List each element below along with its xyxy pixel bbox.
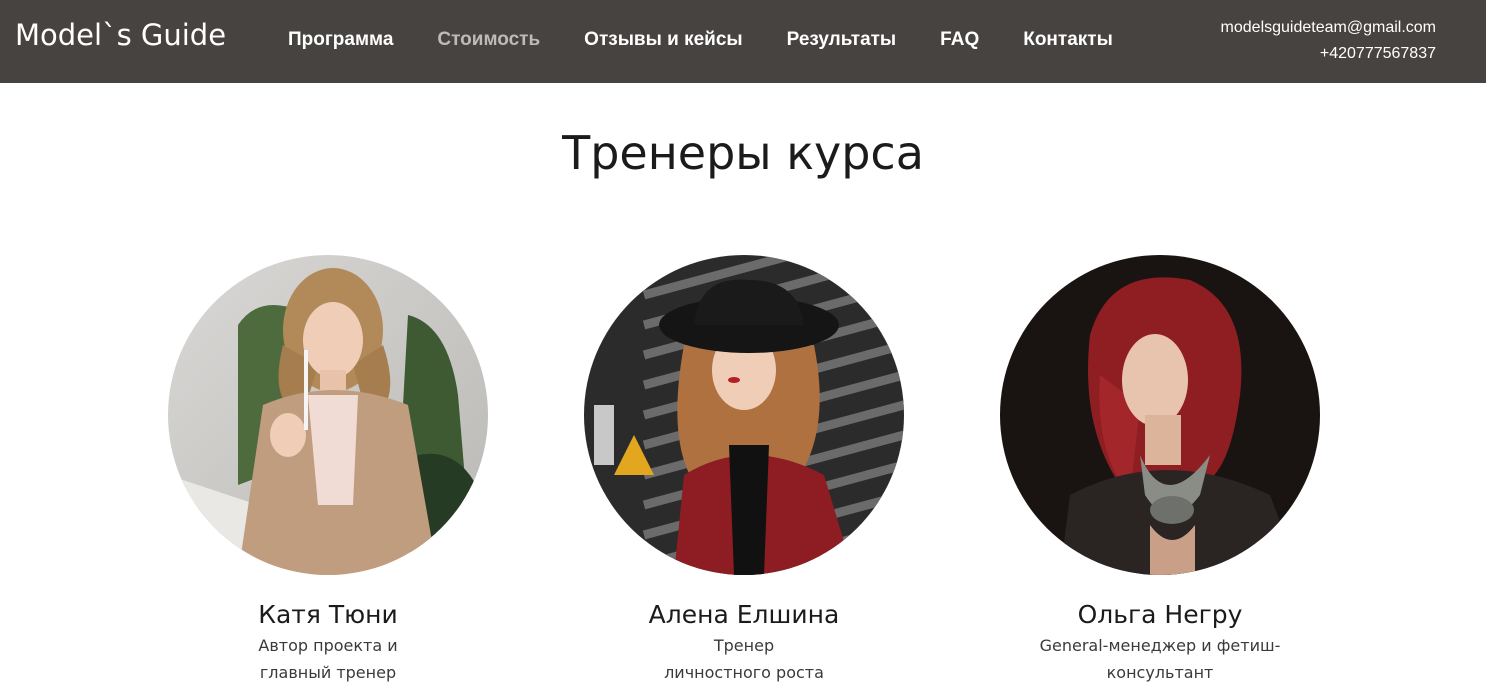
trainer-role: Автор проекта и главный тренер: [258, 636, 398, 682]
contact-email[interactable]: modelsguideteam@gmail.com: [1221, 15, 1436, 41]
section-title: Тренеры курса: [562, 126, 924, 180]
trainer-photo-katya: [168, 255, 488, 575]
nav-item-results[interactable]: Результаты: [787, 29, 897, 51]
trainer-name: Ольга Негру: [1077, 600, 1243, 629]
main-nav: Программа Стоимость Отзывы и кейсы Резул…: [288, 29, 1113, 51]
trainer-card: Ольга Негру General-менеджер и фетиш- ко…: [980, 255, 1340, 686]
trainer-card: Катя Тюни Автор проекта и главный тренер: [148, 255, 508, 686]
site-logo[interactable]: Model`s Guide: [15, 18, 226, 52]
nav-item-program[interactable]: Программа: [288, 29, 393, 51]
trainer-photo-olga: [1000, 255, 1320, 575]
trainer-photo-alena: [584, 255, 904, 575]
contact-phone[interactable]: +420777567837: [1221, 41, 1436, 67]
nav-item-contacts[interactable]: Контакты: [1023, 29, 1113, 51]
nav-item-reviews[interactable]: Отзывы и кейсы: [584, 29, 742, 51]
trainer-role: Тренер личностного роста: [664, 636, 824, 682]
site-header: Model`s Guide Программа Стоимость Отзывы…: [0, 0, 1486, 83]
nav-item-pricing[interactable]: Стоимость: [437, 29, 540, 51]
trainer-card: Алена Елшина Тренер личностного роста: [564, 255, 924, 686]
header-contacts: modelsguideteam@gmail.com +420777567837: [1221, 15, 1436, 67]
nav-item-faq[interactable]: FAQ: [940, 29, 979, 51]
trainer-name: Алена Елшина: [648, 600, 840, 629]
trainer-name: Катя Тюни: [258, 600, 398, 629]
trainer-role: General-менеджер и фетиш- консультант: [1039, 636, 1281, 682]
